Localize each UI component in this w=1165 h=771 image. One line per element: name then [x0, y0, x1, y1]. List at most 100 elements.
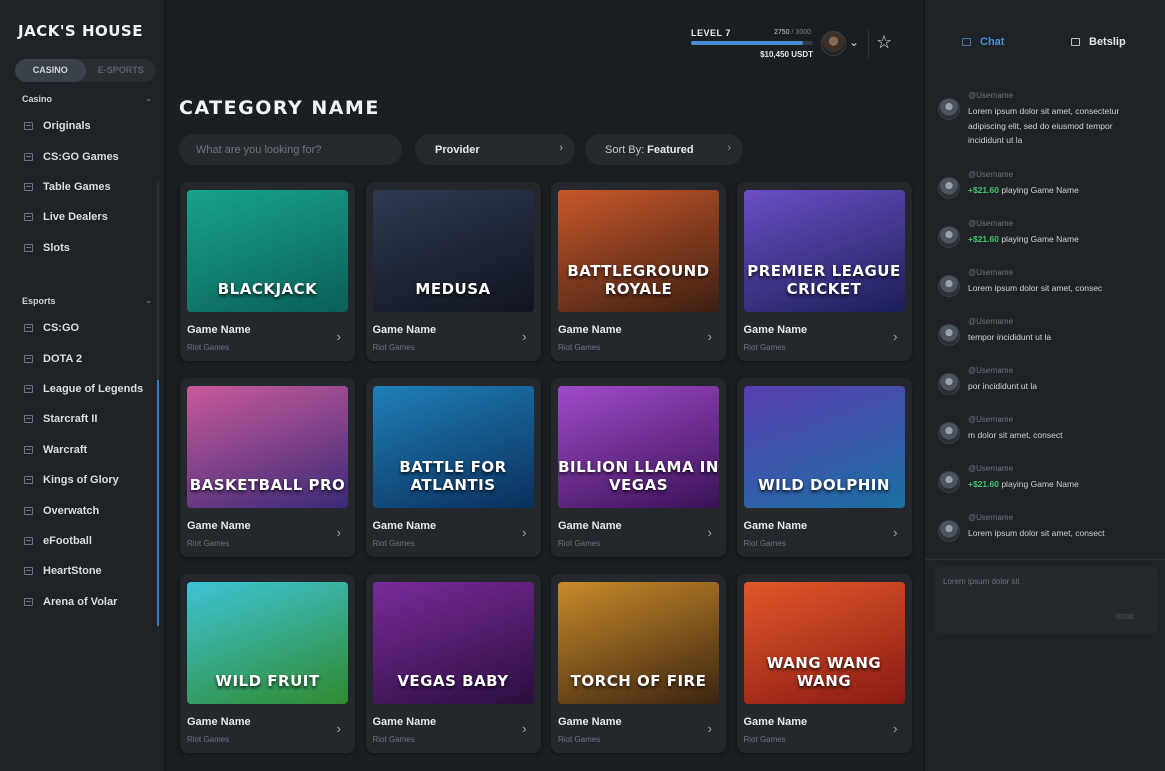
game-card[interactable]: PREMIER LEAGUE CRICKET Game Name Riot Game…: [736, 182, 912, 361]
tab-chat[interactable]: Chat: [962, 36, 1004, 48]
chat-body: tempor incididunt ut la: [968, 332, 1052, 342]
xp-total: 3000: [795, 29, 811, 36]
game-card[interactable]: BILLION LLAMA IN VEGAS Game Name Riot Game…: [551, 378, 726, 557]
sidebar-esports-item[interactable]: DOTA 2: [0, 343, 160, 373]
avatar[interactable]: [938, 177, 960, 199]
chat-username[interactable]: @Username: [968, 366, 1013, 375]
game-thumbnail[interactable]: MEDUSA: [372, 190, 534, 312]
search-input[interactable]: [179, 134, 402, 165]
sidebar-casino-item[interactable]: Table Games: [0, 172, 160, 202]
game-thumbnail[interactable]: BASKETBALL PRO: [187, 386, 348, 508]
chat-username[interactable]: @Username: [968, 317, 1013, 326]
user-avatar[interactable]: [821, 31, 846, 56]
esports-section-label: Esports: [22, 296, 56, 306]
mode-casino-tab[interactable]: CASINO: [15, 59, 86, 82]
sidebar-casino-item-label: Originals: [43, 120, 91, 133]
sidebar-scrollbar-thumb[interactable]: [157, 380, 159, 626]
sort-dropdown[interactable]: Sort By: Featured ›: [585, 134, 743, 165]
tab-chat-label: Chat: [980, 36, 1005, 48]
chevron-down-icon[interactable]: ⌄: [849, 35, 859, 49]
chevron-right-icon[interactable]: ›: [708, 329, 712, 344]
avatar[interactable]: [938, 520, 960, 542]
game-thumbnail[interactable]: BILLION LLAMA IN VEGAS: [558, 386, 719, 508]
wallet-balance[interactable]: $10,450 USDT: [760, 50, 813, 59]
sidebar-esports-item[interactable]: eFootball: [0, 526, 160, 556]
tab-betslip[interactable]: Betslip: [1071, 36, 1126, 48]
chat-username[interactable]: @Username: [968, 415, 1013, 424]
avatar[interactable]: [938, 324, 960, 346]
game-card[interactable]: BASKETBALL PRO Game Name Riot Games ›: [180, 378, 355, 557]
sidebar-esports-item[interactable]: Arena of Volar: [0, 587, 160, 617]
game-art-title: BASKETBALL PRO: [189, 476, 346, 494]
chevron-right-icon[interactable]: ›: [708, 525, 712, 540]
chevron-right-icon[interactable]: ›: [522, 721, 526, 736]
game-category-icon: [24, 597, 33, 606]
sidebar-casino-item[interactable]: Live Dealers: [0, 202, 160, 232]
game-thumbnail[interactable]: WILD DOLPHIN: [743, 386, 905, 508]
header-divider: [868, 28, 869, 58]
game-card[interactable]: WILD DOLPHIN Game Name Riot Games ›: [736, 378, 912, 557]
avatar[interactable]: [938, 275, 960, 297]
casino-nav-list: Originals CS:GO Games Table Games Live Deal…: [0, 111, 160, 263]
game-card[interactable]: VEGAS BABY Game Name Riot Games ›: [365, 574, 541, 753]
mode-esports-tab[interactable]: E-SPORTS: [86, 59, 157, 82]
game-card[interactable]: MEDUSA Game Name Riot Games ›: [365, 182, 541, 361]
chevron-right-icon[interactable]: ›: [522, 329, 526, 344]
chevron-right-icon[interactable]: ›: [337, 525, 341, 540]
sidebar-casino-item[interactable]: Originals: [0, 111, 160, 141]
avatar[interactable]: [938, 373, 960, 395]
game-thumbnail[interactable]: TORCH OF FIRE: [558, 582, 719, 704]
casino-section-header[interactable]: Casino ⌄: [22, 94, 152, 104]
game-card[interactable]: BATTLEGROUND ROYALE Game Name Riot Games ›: [551, 182, 726, 361]
chat-username[interactable]: @Username: [968, 513, 1013, 522]
sidebar-esports-item[interactable]: Kings of Glory: [0, 465, 160, 495]
chat-username[interactable]: @Username: [968, 219, 1013, 228]
chat-username[interactable]: @Username: [968, 91, 1013, 100]
chevron-right-icon[interactable]: ›: [893, 721, 897, 736]
chat-username[interactable]: @Username: [968, 170, 1013, 179]
chevron-right-icon[interactable]: ›: [893, 329, 897, 344]
chat-input[interactable]: [935, 567, 1158, 633]
sidebar-esports-item[interactable]: HeartStone: [0, 556, 160, 586]
chevron-right-icon[interactable]: ›: [708, 721, 712, 736]
game-card[interactable]: BATTLE FOR ATLANTIS Game Name Riot Games ›: [365, 378, 541, 557]
chevron-right-icon[interactable]: ›: [522, 525, 526, 540]
avatar[interactable]: [938, 98, 960, 120]
sidebar-esports-item[interactable]: Warcraft: [0, 435, 160, 465]
chat-text: Lorem ipsum dolor sit amet, consectetur …: [968, 104, 1148, 148]
game-card[interactable]: BLACKJACK Game Name Riot Games ›: [180, 182, 355, 361]
game-thumbnail[interactable]: BATTLEGROUND ROYALE: [558, 190, 719, 312]
brand-logo[interactable]: JACK'S HOUSE: [18, 22, 143, 40]
chevron-right-icon[interactable]: ›: [337, 721, 341, 736]
game-thumbnail[interactable]: BLACKJACK: [187, 190, 348, 312]
sidebar-esports-item[interactable]: Starcraft II: [0, 404, 160, 434]
star-icon[interactable]: ☆: [876, 33, 892, 51]
sidebar-esports-item[interactable]: League of Legends: [0, 374, 160, 404]
provider-filter[interactable]: Provider ›: [415, 134, 575, 165]
game-card[interactable]: WANG WANG WANG Game Name Riot Games ›: [736, 574, 912, 753]
game-name: Game Name: [558, 520, 622, 532]
sidebar-casino-item[interactable]: Slots: [0, 233, 160, 263]
game-thumbnail[interactable]: BATTLE FOR ATLANTIS: [372, 386, 534, 508]
avatar[interactable]: [938, 422, 960, 444]
game-thumbnail[interactable]: WANG WANG WANG: [743, 582, 905, 704]
chevron-right-icon: ›: [727, 142, 731, 154]
chat-username[interactable]: @Username: [968, 268, 1013, 277]
chevron-right-icon[interactable]: ›: [893, 525, 897, 540]
sidebar-casino-item[interactable]: CS:GO Games: [0, 141, 160, 171]
chat-username[interactable]: @Username: [968, 464, 1013, 473]
chat-text: Lorem ipsum dolor sit amet, consec: [968, 281, 1148, 296]
game-card[interactable]: WILD FRUIT Game Name Riot Games ›: [180, 574, 355, 753]
chevron-right-icon[interactable]: ›: [337, 329, 341, 344]
game-thumbnail[interactable]: WILD FRUIT: [187, 582, 348, 704]
game-thumbnail[interactable]: PREMIER LEAGUE CRICKET: [743, 190, 905, 312]
game-name: Game Name: [187, 324, 251, 336]
game-card[interactable]: TORCH OF FIRE Game Name Riot Games ›: [551, 574, 726, 753]
sidebar-esports-item[interactable]: Overwatch: [0, 495, 160, 525]
esports-section-header[interactable]: Esports ⌄: [22, 296, 152, 306]
avatar[interactable]: [938, 471, 960, 493]
avatar[interactable]: [938, 226, 960, 248]
game-name: Game Name: [743, 520, 808, 532]
sidebar-esports-item[interactable]: CS:GO: [0, 313, 160, 343]
game-thumbnail[interactable]: VEGAS BABY: [372, 582, 534, 704]
